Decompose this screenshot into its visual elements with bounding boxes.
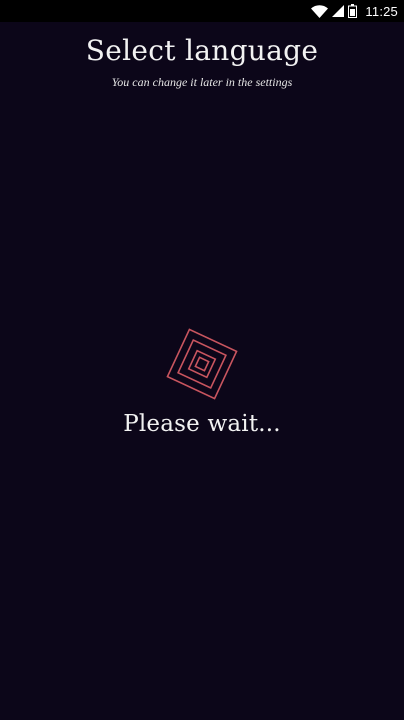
cell-signal-icon — [332, 0, 345, 22]
page-title: Select language — [85, 34, 319, 67]
clock: 11:25 — [365, 3, 398, 19]
status-bar: 11:25 — [0, 0, 404, 22]
battery-icon — [348, 0, 358, 22]
page-subtitle: You can change it later in the settings — [111, 75, 293, 89]
wifi-icon — [311, 0, 329, 22]
language-screen: Select language You can change it later … — [0, 22, 404, 720]
loading-text: Please wait... — [123, 411, 281, 437]
diamond-loader-icon — [164, 326, 240, 402]
